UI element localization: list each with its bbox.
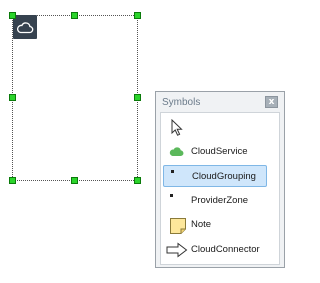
symbol-cloud-service[interactable]: CloudService bbox=[163, 141, 267, 163]
resize-handle-bottom-right[interactable] bbox=[134, 177, 141, 184]
close-button[interactable]: x bbox=[265, 96, 278, 108]
symbol-cloud-connector[interactable]: CloudConnector bbox=[163, 239, 267, 261]
symbol-label: CloudService bbox=[191, 146, 248, 157]
cloud-service-icon bbox=[169, 144, 185, 160]
cloud-icon bbox=[13, 15, 37, 39]
symbol-note[interactable]: Note bbox=[163, 214, 267, 236]
provider-zone-icon bbox=[169, 193, 185, 209]
resize-handle-bottom[interactable] bbox=[71, 177, 78, 184]
symbol-provider-zone[interactable]: ProviderZone bbox=[163, 190, 267, 212]
symbol-pointer[interactable] bbox=[163, 116, 267, 138]
pointer-icon bbox=[169, 118, 185, 136]
symbol-label: CloudGrouping bbox=[192, 171, 256, 182]
resize-handle-bottom-left[interactable] bbox=[9, 177, 16, 184]
note-icon bbox=[169, 217, 186, 234]
resize-handle-right[interactable] bbox=[134, 94, 141, 101]
resize-handle-top[interactable] bbox=[71, 12, 78, 19]
resize-handle-top-right[interactable] bbox=[134, 12, 141, 19]
symbol-label: Note bbox=[191, 219, 212, 230]
cloud-grouping-shape[interactable] bbox=[12, 15, 138, 181]
resize-handle-top-left[interactable] bbox=[9, 12, 16, 19]
symbols-panel-header: Symbols x bbox=[156, 92, 284, 112]
cloud-grouping-icon bbox=[170, 169, 186, 185]
cloud-connector-icon bbox=[166, 242, 188, 258]
panel-title: Symbols bbox=[162, 97, 201, 108]
symbol-label: ProviderZone bbox=[191, 195, 249, 206]
resize-handle-left[interactable] bbox=[9, 94, 16, 101]
symbol-list: CloudService CloudGrouping ProviderZone bbox=[160, 112, 280, 265]
symbol-label: CloudConnector bbox=[191, 244, 260, 255]
symbols-panel: Symbols x CloudService CloudGrouping Pro… bbox=[155, 91, 285, 268]
symbol-cloud-grouping[interactable]: CloudGrouping bbox=[163, 165, 267, 187]
